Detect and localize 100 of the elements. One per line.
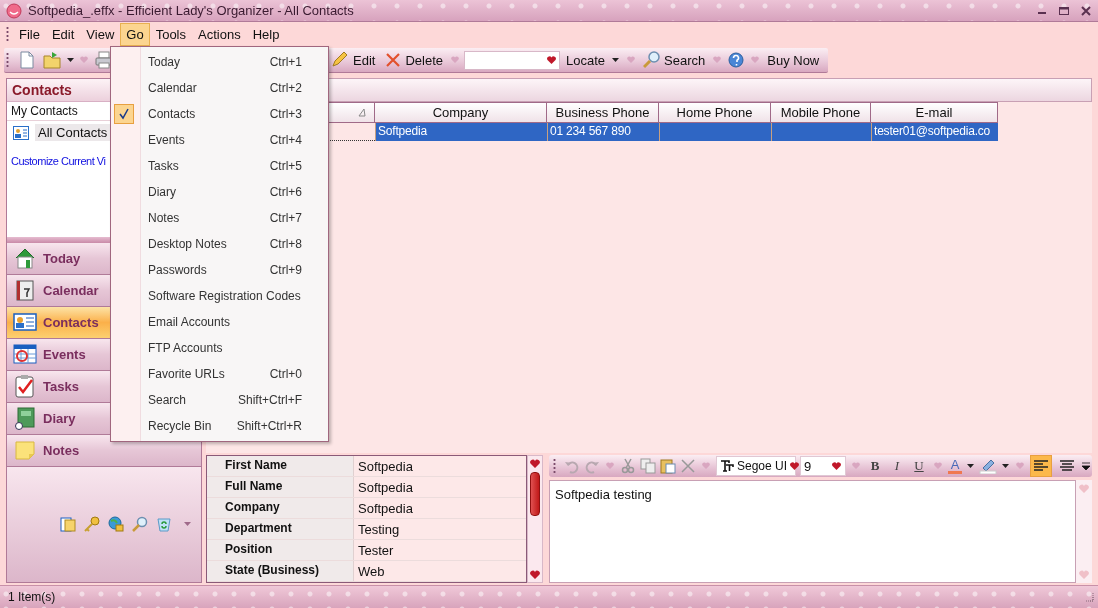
caret-icon[interactable] xyxy=(67,58,74,62)
font-color-button[interactable]: A xyxy=(948,458,962,474)
shortcut-text: Ctrl+7 xyxy=(269,211,303,225)
locate-field[interactable] xyxy=(464,50,560,70)
cross-icon[interactable] xyxy=(680,458,696,474)
column-header[interactable]: E-mail xyxy=(871,102,998,123)
notes-text-area[interactable]: Softpedia testing xyxy=(549,480,1076,583)
column-header[interactable]: Home Phone xyxy=(659,102,771,123)
toolbar-button[interactable]: Delete xyxy=(381,50,446,70)
shortcut-text: Shift+Ctrl+R xyxy=(236,419,303,433)
shortcut-text: Ctrl+0 xyxy=(269,367,303,381)
help-icon[interactable] xyxy=(728,52,745,68)
shortcut-text: Ctrl+2 xyxy=(269,81,303,95)
heart-icon xyxy=(702,462,710,470)
property-label: First Name xyxy=(207,456,354,476)
scrollbar-thumb[interactable] xyxy=(529,472,540,516)
heart-icon xyxy=(1016,462,1024,470)
house-icon xyxy=(13,246,37,270)
property-label: Full Name xyxy=(207,477,354,497)
toolbar-button[interactable]: Search xyxy=(640,50,709,70)
shortcut-text: Ctrl+8 xyxy=(269,237,303,251)
property-label: Position xyxy=(207,540,354,560)
heart-icon xyxy=(627,56,636,64)
toolbar-button[interactable]: Edit xyxy=(329,50,379,70)
toolbar-grip[interactable] xyxy=(6,52,9,68)
heart-icon xyxy=(790,462,800,470)
contact-card-icon xyxy=(13,310,37,334)
menu-item[interactable]: View xyxy=(80,22,121,46)
property-value[interactable]: Softpedia xyxy=(354,458,413,474)
paste-icon[interactable] xyxy=(660,458,676,474)
underline-button[interactable]: U xyxy=(910,458,928,474)
shortcut-text: Ctrl+1 xyxy=(269,55,303,69)
contact-card-icon xyxy=(13,125,29,140)
status-text: 1 Item(s) xyxy=(8,590,56,604)
toolbar-button[interactable]: Buy Now xyxy=(764,51,823,69)
menu-item[interactable]: Notes Ctrl+7 xyxy=(111,205,328,231)
italic-button[interactable]: I xyxy=(888,458,906,474)
heart-icon xyxy=(606,462,614,470)
cross-icon xyxy=(384,51,403,69)
menu-item[interactable]: Actions xyxy=(192,22,247,46)
property-label: Company xyxy=(207,498,354,518)
menu-item[interactable]: Tools xyxy=(149,22,192,46)
menu-item[interactable]: Events Ctrl+4 xyxy=(111,127,328,153)
globe-lock-icon[interactable] xyxy=(108,516,124,533)
new-document-icon[interactable] xyxy=(18,51,36,69)
menu-item[interactable]: Today Ctrl+1 xyxy=(111,49,328,75)
recycle-bin-icon[interactable] xyxy=(156,516,172,533)
property-value[interactable]: Tester xyxy=(354,542,394,558)
resize-grip-icon[interactable] xyxy=(1084,592,1094,602)
toolbar-grip[interactable] xyxy=(6,26,9,42)
column-header[interactable]: Company xyxy=(375,102,547,123)
menu-item[interactable]: Go xyxy=(120,22,150,46)
property-value[interactable]: Web xyxy=(354,563,385,579)
toolbar-grip[interactable] xyxy=(553,458,556,474)
menu-item[interactable]: Edit xyxy=(45,22,81,46)
search-icon xyxy=(643,51,662,69)
heart-icon xyxy=(751,56,760,64)
key-icon[interactable] xyxy=(84,516,100,533)
clipboard-icon[interactable] xyxy=(60,516,76,533)
caret-icon[interactable] xyxy=(967,464,974,468)
property-value[interactable]: Softpedia xyxy=(354,500,413,516)
overflow-icon[interactable] xyxy=(1082,462,1090,470)
column-header[interactable]: Mobile Phone xyxy=(771,102,871,123)
toolbar-button[interactable]: Locate xyxy=(563,51,623,69)
align-left-icon xyxy=(1034,460,1048,472)
property-value[interactable]: Softpedia xyxy=(354,479,413,495)
calendar-grid-icon xyxy=(13,342,37,366)
bold-button[interactable]: B xyxy=(866,458,884,474)
close-icon[interactable] xyxy=(1080,4,1092,17)
align-left-button[interactable] xyxy=(1030,455,1052,477)
font-size-field[interactable]: 9 xyxy=(800,456,846,476)
property-value[interactable]: Testing xyxy=(354,521,400,537)
clipboard-check-icon xyxy=(13,374,37,398)
search-icon[interactable] xyxy=(132,516,148,533)
shortcut-text: Shift+Ctrl+F xyxy=(237,393,303,407)
scissors-icon[interactable] xyxy=(620,458,636,474)
table-cell: 01 234 567 890 xyxy=(547,123,659,141)
customize-link[interactable]: Customize Current Vi xyxy=(11,155,106,167)
heart-icon xyxy=(80,56,88,64)
menu-item[interactable]: Help xyxy=(246,22,286,46)
table-cell: tester01@softpedia.co xyxy=(871,123,998,141)
font-field[interactable]: Segoe UI xyxy=(716,456,796,476)
maximize-icon[interactable] xyxy=(1058,4,1070,17)
app-icon xyxy=(6,2,22,19)
heart-icon xyxy=(832,462,841,470)
heart-icon xyxy=(529,570,540,579)
menu-item[interactable]: File xyxy=(13,22,46,46)
caret-icon[interactable] xyxy=(1002,464,1009,468)
menu-item[interactable]: Tasks Ctrl+5 xyxy=(111,153,328,179)
shortcut-text: Ctrl+6 xyxy=(269,185,303,199)
heart-icon xyxy=(529,459,540,468)
menu-item[interactable]: Diary Ctrl+6 xyxy=(111,179,328,205)
highlighter-icon[interactable] xyxy=(979,458,997,474)
shortcut-text: Ctrl+9 xyxy=(269,263,303,277)
column-header[interactable]: Business Phone xyxy=(547,102,659,123)
heart-icon xyxy=(852,462,860,470)
align-center-icon xyxy=(1060,460,1074,472)
property-label: Department xyxy=(207,519,354,539)
sticky-note-icon xyxy=(13,438,37,462)
folder-icon[interactable] xyxy=(43,51,61,69)
